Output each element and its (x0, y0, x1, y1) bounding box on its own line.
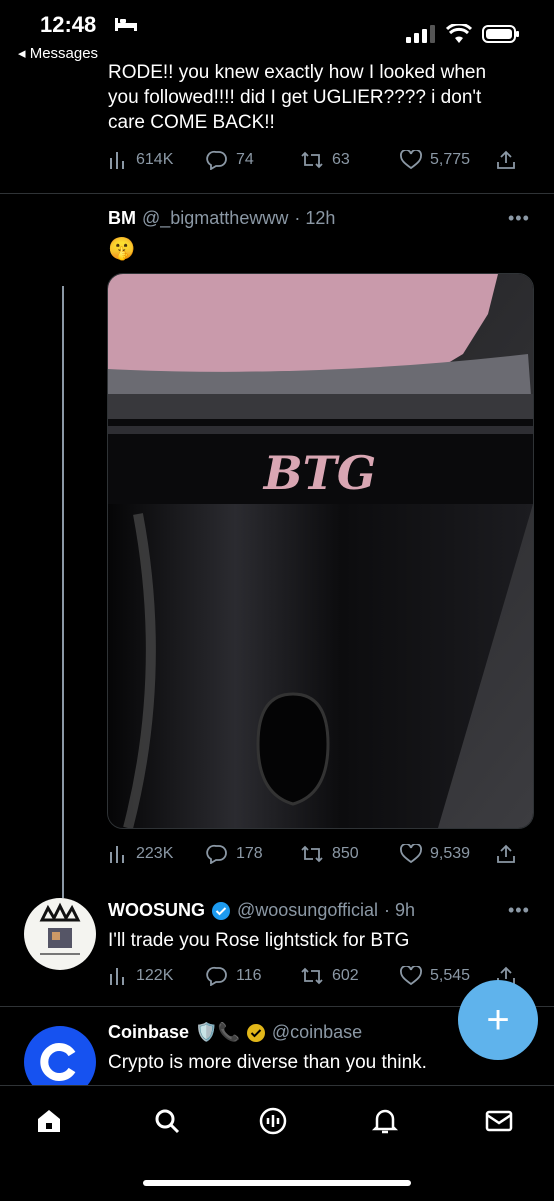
signal-icon (406, 25, 435, 43)
reply-button[interactable]: 74 (206, 150, 254, 170)
wifi-icon (446, 24, 472, 43)
verified-badge-icon (246, 1023, 265, 1042)
more-options-button[interactable]: ••• (508, 900, 530, 921)
more-options-button[interactable]: ••• (508, 208, 530, 229)
bell-icon (371, 1109, 399, 1134)
like-count: 5,545 (430, 967, 471, 984)
share-icon (497, 150, 515, 169)
retweet-button[interactable]: 63 (300, 150, 350, 170)
name-emojis: 🛡️📞 (195, 1022, 240, 1042)
tweet-time: · 9h (384, 900, 416, 920)
tweet-text: RODE!! you knew exactly how I looked whe… (108, 60, 538, 135)
views-count: 614K (136, 151, 174, 168)
compose-tweet-button[interactable]: + (458, 980, 538, 1060)
back-to-messages-link[interactable]: ◂ Messages (18, 44, 98, 62)
nav-spaces[interactable] (258, 1106, 288, 1141)
like-count: 9,539 (430, 845, 471, 862)
sleep-mode-icon (115, 18, 137, 31)
heart-icon (400, 150, 422, 170)
views-button[interactable]: 614K (108, 150, 173, 170)
nav-messages[interactable] (484, 1106, 514, 1141)
retweet-icon (301, 845, 323, 863)
tweet-text: I'll trade you Rose lightstick for BTG (108, 930, 410, 951)
coinbase-logo-icon (40, 1043, 76, 1081)
compose-plus-label: + (486, 998, 510, 1042)
battery-icon (482, 25, 519, 43)
reply-count: 74 (236, 151, 254, 168)
author-handle[interactable]: @woosungofficial (237, 900, 378, 921)
tweet-image[interactable]: BTG (107, 273, 534, 829)
author-handle[interactable]: @_bigmatthewww (142, 208, 288, 229)
reply-button[interactable]: 116 (206, 966, 262, 986)
thread-line (62, 286, 64, 898)
tweet-divider (0, 193, 554, 194)
spaces-icon (259, 1107, 287, 1135)
lightstick-photo: BTG (108, 274, 533, 828)
share-button[interactable] (496, 150, 516, 170)
author-name[interactable]: WOOSUNG (108, 900, 205, 921)
home-indicator (143, 1180, 411, 1186)
tweet-text: 🤫 (108, 236, 136, 261)
retweet-button[interactable]: 850 (300, 844, 359, 864)
author-name[interactable]: Coinbase (108, 1022, 189, 1043)
avatar[interactable] (24, 898, 96, 970)
retweet-count: 63 (332, 151, 350, 168)
views-count: 122K (136, 967, 174, 984)
retweet-count: 602 (332, 967, 359, 984)
share-button[interactable] (496, 844, 516, 864)
like-button[interactable]: 5,545 (400, 966, 470, 986)
like-count: 5,775 (430, 151, 471, 168)
retweet-count: 850 (332, 845, 359, 862)
views-button[interactable]: 223K (108, 844, 173, 864)
image-brand-text: BTG (262, 446, 376, 500)
retweet-icon (301, 151, 323, 169)
verified-badge-icon (212, 901, 230, 920)
views-button[interactable]: 122K (108, 966, 173, 986)
author-handle[interactable]: @coinbase (272, 1022, 362, 1043)
heart-icon (400, 966, 422, 986)
views-count: 223K (136, 845, 174, 862)
share-icon (497, 844, 515, 863)
reply-button[interactable]: 178 (206, 844, 263, 864)
heart-icon (400, 844, 422, 864)
tweet-header: BM @_bigmatthewww · 12h (108, 208, 335, 229)
status-time: 12:48 (40, 12, 97, 37)
nav-search[interactable] (152, 1106, 182, 1141)
reply-icon (206, 150, 227, 170)
tweet-text-line: RODE!! you knew exactly how I looked whe… (108, 62, 487, 83)
reply-count: 178 (236, 845, 263, 862)
search-icon (155, 1109, 180, 1134)
views-icon (110, 846, 124, 863)
reply-icon (206, 844, 227, 864)
like-button[interactable]: 5,775 (400, 150, 470, 170)
home-icon (38, 1110, 60, 1132)
like-button[interactable]: 9,539 (400, 844, 470, 864)
tweet-text: Crypto is more diverse than you think. (108, 1052, 427, 1073)
views-icon (110, 968, 124, 985)
retweet-button[interactable]: 602 (300, 966, 359, 986)
views-icon (110, 152, 124, 169)
mail-icon (485, 1110, 513, 1132)
nav-home[interactable] (34, 1106, 64, 1141)
author-name[interactable]: BM (108, 208, 136, 229)
reply-icon (206, 966, 227, 986)
retweet-icon (301, 967, 323, 985)
tweet-header: Coinbase 🛡️📞 @coinbase (108, 1022, 362, 1043)
reply-count: 116 (236, 967, 262, 984)
tweet-header: WOOSUNG @woosungofficial · 9h (108, 900, 415, 921)
tweet-text-line: you followed!!!! did I get UGLIER???? i … (108, 87, 482, 108)
nav-notifications[interactable] (370, 1106, 400, 1141)
tweet-text-line: care COME BACK!! (108, 112, 275, 133)
tweet-time: · 12h (294, 208, 336, 228)
crown-avatar-image (39, 902, 81, 955)
